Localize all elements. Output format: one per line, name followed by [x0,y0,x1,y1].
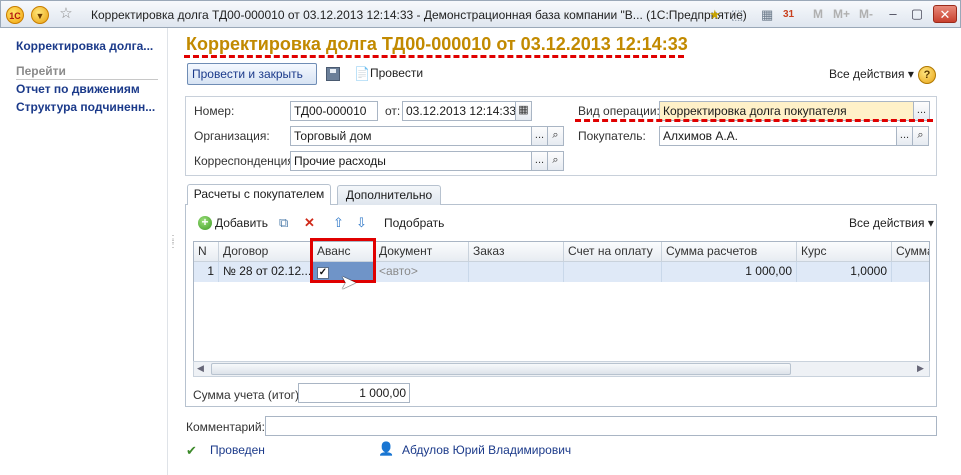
table-cell-invoice[interactable] [564,262,662,282]
number-label: Номер: [194,104,235,118]
comment-input[interactable] [265,416,937,436]
buyer-select-button[interactable]: ... [896,126,913,146]
chevron-down-icon: ▾ [907,67,914,81]
payments-table[interactable]: N Договор Аванс Документ Заказ Счет на о… [193,241,930,377]
table-all-actions-label: Все действия [849,216,925,230]
correspondence-select-button[interactable]: ... [531,151,548,171]
title-highlight-underline [184,55,684,58]
correspondence-field[interactable]: Прочие расходы [290,151,532,171]
posted-status: Проведен [210,443,265,457]
nav-item-movements-report[interactable]: Отчет по движениям [16,82,140,96]
window-title: Корректировка долга ТД00-000010 от 03.12… [91,8,747,22]
calendar-icon[interactable]: 31 [783,9,794,20]
chevron-down-icon: ▾ [927,216,934,230]
user-icon: 👤 [378,441,395,456]
table-cell-rate[interactable]: 1,0000 [797,262,892,282]
nav-item-current-document[interactable]: Корректировка долга... [16,39,153,53]
post-icon[interactable]: 📄 [354,66,370,82]
column-header-invoice[interactable]: Счет на оплату [564,242,662,262]
memory-minus-button[interactable]: M- [859,7,873,21]
table-cell-document[interactable]: <авто> [375,262,469,282]
tab-additional[interactable]: Дополнительно [337,185,441,205]
operation-type-field[interactable]: Корректировка долга покупателя [659,101,914,121]
scroll-left-icon[interactable]: ◀ [197,363,204,374]
panel-splitter[interactable]: ⋮ ⋮ [168,235,178,250]
copy-row-icon[interactable]: ⧉ [279,215,288,231]
total-label: Сумма учета (итог): [193,388,303,402]
minimize-icon[interactable]: – [883,5,903,23]
add-row-icon[interactable]: + [198,216,212,230]
main-menu-icon[interactable]: ▼ [31,6,49,24]
table-cell-amount[interactable]: 1 000,00 [662,262,797,282]
mouse-cursor-icon: ➤ [340,272,357,294]
calculator-icon[interactable]: ▦ [761,7,773,23]
memory-plus-button[interactable]: M+ [833,7,850,21]
help-icon[interactable]: ? [918,66,936,84]
post-and-close-button[interactable]: Провести и закрыть [187,63,317,85]
column-header-document[interactable]: Документ [375,242,469,262]
posted-check-icon: ✔ [186,443,197,458]
nav-section-goto: Перейти [16,64,158,80]
favorite-add-icon[interactable]: ★ [709,7,721,23]
operation-type-highlight-underline [575,119,933,122]
number-field[interactable]: ТД00-000010 [290,101,378,121]
author-name[interactable]: Абдулов Юрий Владимирович [402,443,571,457]
tab-payments[interactable]: Расчеты с покупателем [187,184,331,205]
operation-type-select-button[interactable]: ... [913,101,930,121]
app-logo-icon[interactable]: 1С [6,6,24,24]
nav-item-subordination[interactable]: Структура подчиненн... [16,100,155,114]
column-header-order[interactable]: Заказ [469,242,564,262]
calendar-picker-icon[interactable]: ▦ [515,101,532,121]
buyer-field[interactable]: Алхимов А.А. [659,126,897,146]
comment-label: Комментарий: [186,420,265,434]
organization-select-button[interactable]: ... [531,126,548,146]
column-header-rate[interactable]: Курс [797,242,892,262]
column-header-contract[interactable]: Договор [219,242,313,262]
add-row-button[interactable]: Добавить [215,216,268,230]
all-actions-label: Все действия [829,67,905,81]
buyer-open-icon[interactable]: ⌕ [912,126,929,146]
table-cell-order[interactable] [469,262,564,282]
correspondence-open-icon[interactable]: ⌕ [547,151,564,171]
post-button[interactable]: Провести [370,66,423,80]
move-up-icon[interactable]: ⇧ [333,215,344,231]
pick-button[interactable]: Подобрать [384,216,444,230]
scrollbar-thumb[interactable] [211,363,791,375]
column-header-amount[interactable]: Сумма расчетов [662,242,797,262]
maximize-icon[interactable]: ▢ [907,5,927,23]
memory-m-button[interactable]: M [813,7,823,21]
correspondence-label: Корреспонденция: [194,154,298,168]
move-down-icon[interactable]: ⇩ [356,215,367,231]
column-header-n[interactable]: N [194,242,219,262]
save-icon[interactable] [326,67,340,81]
total-field: 1 000,00 [298,383,410,403]
date-field[interactable]: 03.12.2013 12:14:33 [402,101,516,121]
history-icon[interactable]: ⬚ [731,7,743,23]
date-label: от: [385,104,401,118]
delete-row-icon[interactable]: ✕ [304,215,315,231]
organization-label: Организация: [194,129,270,143]
table-cell-contract[interactable]: № 28 от 02.12.... [219,262,313,282]
buyer-label: Покупатель: [578,129,646,143]
table-all-actions-menu[interactable]: Все действия ▾ [849,216,934,230]
window-title-bar: 1С ▼ ☆ Корректировка долга ТД00-000010 о… [0,0,961,28]
table-cell-sum[interactable] [892,262,929,282]
all-actions-menu[interactable]: Все действия ▾ [829,67,914,81]
column-header-sum[interactable]: Сумма [892,242,929,262]
table-cell-n[interactable]: 1 [194,262,219,282]
page-title: Корректировка долга ТД00-000010 от 03.12… [186,34,688,54]
scroll-right-icon[interactable]: ▶ [917,363,924,374]
operation-type-label: Вид операции: [578,104,660,118]
organization-open-icon[interactable]: ⌕ [547,126,564,146]
organization-field[interactable]: Торговый дом [290,126,532,146]
close-icon[interactable]: ✕ [933,5,957,23]
favorite-star-icon[interactable]: ☆ [57,5,75,23]
